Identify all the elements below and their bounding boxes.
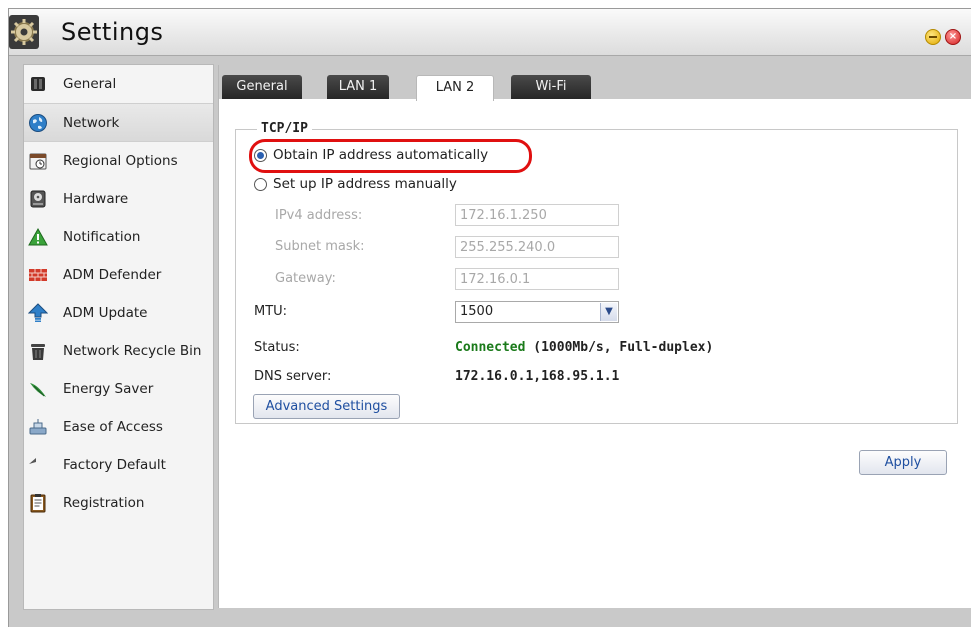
chevron-down-icon[interactable]: ▼ <box>600 303 617 321</box>
status-label: Status: <box>254 340 300 355</box>
sidebar-item-label: General <box>63 76 117 92</box>
subnet-mask-field[interactable]: 255.255.240.0 <box>455 236 619 258</box>
sidebar-item-ease-of-access[interactable]: Ease of Access <box>24 408 213 446</box>
sidebar-item-general[interactable]: General <box>24 65 213 103</box>
leaf-icon <box>27 378 49 400</box>
sidebar-item-adm-defender[interactable]: ADM Defender <box>24 256 213 294</box>
ipv4-label: IPv4 address: <box>275 208 363 223</box>
sidebar-item-adm-update[interactable]: ADM Update <box>24 294 213 332</box>
sidebar-item-label: Network Recycle Bin <box>63 343 202 359</box>
server-icon <box>27 73 49 95</box>
clipboard-icon <box>27 492 49 514</box>
close-icon[interactable]: × <box>945 29 961 45</box>
sidebar-item-label: Registration <box>63 495 145 511</box>
sidebar-item-factory-default[interactable]: Factory Default <box>24 446 213 484</box>
apply-button[interactable]: Apply <box>859 450 947 475</box>
manual-ip-option[interactable]: Set up IP address manually <box>254 176 457 192</box>
tcpip-legend: TCP/IP <box>257 121 312 136</box>
sidebar-item-label: Hardware <box>63 191 129 207</box>
sidebar-item-notification[interactable]: Notification <box>24 218 213 256</box>
content-panel: General LAN 1 LAN 2 Wi-Fi TCP/IP Obtain … <box>218 65 971 608</box>
tcpip-fieldset: TCP/IP Obtain IP address automatically S… <box>235 121 958 424</box>
undo-arrow-icon <box>27 454 49 476</box>
sidebar-item-label: Ease of Access <box>63 419 163 435</box>
settings-gear-icon <box>9 15 39 49</box>
advanced-settings-button[interactable]: Advanced Settings <box>253 394 400 419</box>
status-detail: (1000Mb/s, Full-duplex) <box>533 340 714 355</box>
tab-lan-2[interactable]: LAN 2 <box>416 75 494 101</box>
dns-server-value: 172.16.0.1,168.95.1.1 <box>455 369 620 384</box>
obtain-ip-auto-radio[interactable] <box>254 148 267 162</box>
mtu-select[interactable]: 1500 ▼ <box>455 301 619 323</box>
warning-icon <box>27 226 49 248</box>
sidebar-item-label: Factory Default <box>63 457 166 473</box>
subnet-mask-label: Subnet mask: <box>275 239 365 254</box>
sidebar-item-network[interactable]: Network <box>24 103 213 142</box>
firewall-icon <box>27 264 49 286</box>
window-title: Settings <box>61 18 164 46</box>
sidebar-item-label: Notification <box>63 229 141 245</box>
sidebar-item-network-recycle-bin[interactable]: Network Recycle Bin <box>24 332 213 370</box>
router-icon <box>27 416 49 438</box>
obtain-ip-auto-label: Obtain IP address automatically <box>273 147 489 163</box>
settings-window: Settings × General Network Regional Opti… <box>8 8 971 627</box>
tab-general[interactable]: General <box>222 75 302 99</box>
disk-icon <box>27 188 49 210</box>
sidebar-item-label: ADM Defender <box>63 267 162 283</box>
mtu-value: 1500 <box>460 304 494 319</box>
sidebar-item-hardware[interactable]: Hardware <box>24 180 213 218</box>
sidebar: General Network Regional Options Hardwar… <box>23 64 214 610</box>
sidebar-item-label: ADM Update <box>63 305 148 321</box>
tab-lan-1[interactable]: LAN 1 <box>327 75 389 99</box>
sidebar-item-registration[interactable]: Registration <box>24 484 213 522</box>
dns-server-label: DNS server: <box>254 369 332 384</box>
tab-wi-fi[interactable]: Wi-Fi <box>511 75 591 99</box>
minimize-icon[interactable] <box>925 29 941 45</box>
gateway-field[interactable]: 172.16.0.1 <box>455 268 619 290</box>
trash-icon <box>27 340 49 362</box>
clock-icon <box>27 150 49 172</box>
globe-icon <box>27 112 49 134</box>
manual-ip-radio[interactable] <box>254 177 267 191</box>
mtu-label: MTU: <box>254 304 288 319</box>
sidebar-item-energy-saver[interactable]: Energy Saver <box>24 370 213 408</box>
sidebar-item-regional-options[interactable]: Regional Options <box>24 142 213 180</box>
up-arrow-icon <box>27 302 49 324</box>
title-bar: Settings × <box>9 9 971 56</box>
status-connected: Connected <box>455 340 526 355</box>
sidebar-item-label: Network <box>63 114 120 131</box>
sidebar-item-label: Energy Saver <box>63 381 154 397</box>
manual-ip-label: Set up IP address manually <box>273 176 457 192</box>
tab-bar: General LAN 1 LAN 2 Wi-Fi <box>219 65 971 101</box>
status-value: Connected (1000Mb/s, Full-duplex) <box>455 340 713 355</box>
sidebar-item-label: Regional Options <box>63 153 178 169</box>
gateway-label: Gateway: <box>275 271 336 286</box>
ipv4-address-field[interactable]: 172.16.1.250 <box>455 204 619 226</box>
obtain-ip-auto-option[interactable]: Obtain IP address automatically <box>254 147 488 163</box>
